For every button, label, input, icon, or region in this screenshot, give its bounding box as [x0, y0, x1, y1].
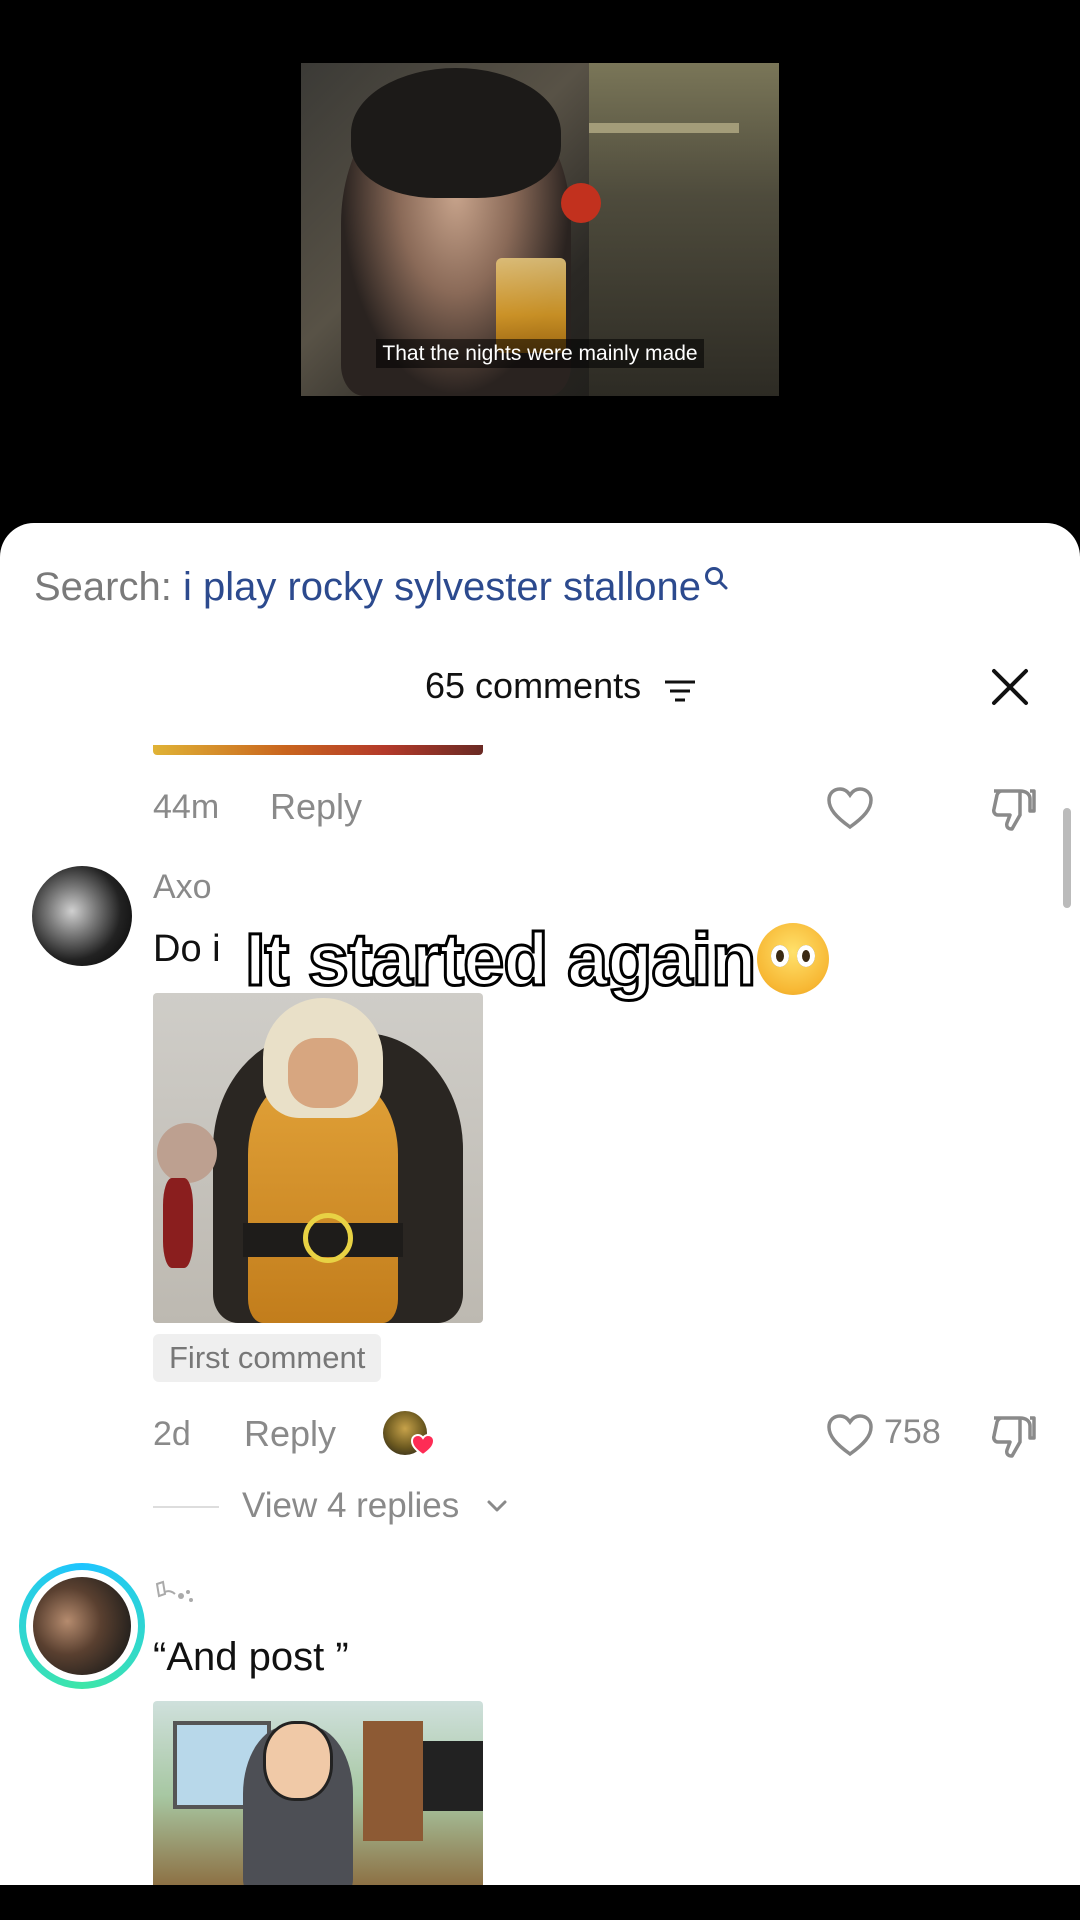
video-caption-overlay: It started again [243, 917, 830, 1003]
replies-divider [153, 1506, 219, 1508]
search-prefix: Search: [34, 565, 172, 609]
image-blood [163, 1178, 193, 1268]
comments-header: 65 comments [0, 665, 1080, 715]
comment-text: Do i [153, 928, 221, 970]
video-person-hair [351, 68, 561, 198]
creator-liked-heart-icon [411, 1434, 435, 1456]
comment-image[interactable] [153, 1701, 483, 1885]
image-skull [157, 1123, 217, 1183]
story-ring-avatar[interactable] [19, 1563, 145, 1689]
reply-button[interactable]: Reply [270, 786, 362, 828]
video-subtitle-text: That the nights were mainly made [376, 339, 704, 368]
comment-time: 2d [153, 1415, 191, 1453]
image-man-head [263, 1721, 333, 1801]
dislike-icon[interactable] [990, 785, 1038, 833]
previous-comment-image[interactable] [153, 745, 483, 755]
comment-time: 44m [153, 788, 220, 826]
reply-button[interactable]: Reply [244, 1413, 336, 1455]
filter-icon[interactable] [664, 679, 696, 703]
image-face [288, 1038, 358, 1108]
username-glyph-icon[interactable] [153, 1580, 197, 1612]
avatar[interactable] [32, 866, 132, 966]
comment-author[interactable]: Axo [153, 868, 212, 907]
video-subtitle: That the nights were mainly made [301, 339, 779, 368]
search-query[interactable]: i play rocky sylvester stallone [183, 565, 701, 609]
dislike-icon[interactable] [990, 1412, 1038, 1460]
comment-text: “And post ” [153, 1635, 349, 1679]
search-suggestion[interactable]: Search: i play rocky sylvester stallone [34, 565, 729, 610]
pleading-face-emoji-icon [757, 923, 830, 995]
background-shelf-board [589, 123, 739, 133]
like-count: 758 [884, 1413, 941, 1451]
scrollbar[interactable] [1063, 808, 1071, 908]
comments-count: 65 comments [425, 665, 642, 706]
avatar [33, 1577, 131, 1675]
video-background-object [561, 183, 601, 223]
comments-sheet: Search: i play rocky sylvester stallone … [0, 523, 1080, 1885]
like-icon[interactable] [826, 1413, 874, 1457]
view-replies-button[interactable]: View 4 replies [242, 1486, 459, 1526]
image-door [363, 1721, 423, 1841]
chevron-down-icon[interactable] [486, 1497, 508, 1515]
image-body [248, 1083, 398, 1323]
image-tv [423, 1741, 483, 1811]
comment-image[interactable] [153, 993, 483, 1323]
video-frame: That the nights were mainly made [301, 63, 779, 396]
close-icon[interactable] [988, 665, 1032, 709]
video-player[interactable]: That the nights were mainly made [0, 0, 1080, 540]
bottom-bar [0, 1885, 1080, 1920]
image-emblem [303, 1213, 353, 1263]
caption-text: It started again [243, 917, 757, 1003]
first-comment-badge: First comment [153, 1334, 382, 1382]
like-icon[interactable] [826, 786, 874, 830]
search-icon[interactable] [703, 565, 729, 591]
